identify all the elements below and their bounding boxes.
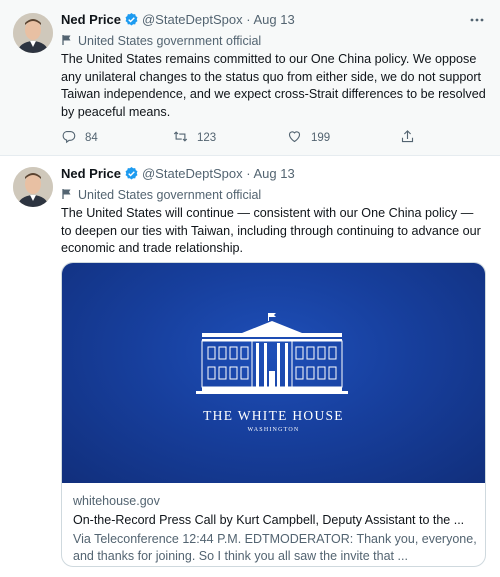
separator-dot: · [246,12,251,27]
tweet-actions: 84 123 199 [61,129,421,147]
separator-dot: · [246,166,251,181]
link-preview-card[interactable]: THE WHITE HOUSE WASHINGTON whitehouse.go… [61,262,486,567]
verified-badge-icon [124,12,139,27]
official-label: United States government official [61,187,261,203]
tweet-header: Ned Price @StateDeptSpox · Aug 13 [61,165,486,183]
card-image-title: THE WHITE HOUSE [203,408,344,423]
author-handle[interactable]: @StateDeptSpox [142,166,243,181]
share-icon [401,130,414,143]
tweet-text: The United States will continue — consis… [61,206,481,255]
reply-count: 84 [85,132,98,144]
card-image-subtitle: WASHINGTON [247,427,300,433]
retweet-button[interactable]: 123 [173,129,216,147]
flag-icon [61,34,73,46]
tweet[interactable]: Ned Price @StateDeptSpox · Aug 13 United … [0,155,500,577]
like-count: 199 [311,132,331,144]
retweet-count: 123 [197,132,217,144]
author-name[interactable]: Ned Price [61,166,121,181]
tweet-date[interactable]: Aug 13 [254,166,295,181]
card-image[interactable]: THE WHITE HOUSE WASHINGTON [62,263,485,483]
avatar[interactable] [13,167,53,207]
card-title: On-the-Record Press Call by Kurt Campbel… [73,513,465,527]
share-button[interactable] [400,129,424,147]
card-description: Via Teleconference 12:44 P.M. EDTMODERAT… [73,532,477,563]
more-options-icon[interactable] [468,11,486,29]
official-label: United States government official [61,33,261,49]
like-button[interactable]: 199 [287,129,330,147]
tweet-text: The United States remains committed to o… [61,52,486,119]
retweet-icon [173,131,188,142]
official-label-text: United States government official [78,34,262,48]
author-handle[interactable]: @StateDeptSpox [142,12,243,27]
tweet-date[interactable]: Aug 13 [254,12,295,27]
flag-icon [61,188,73,200]
official-label-text: United States government official [78,188,262,202]
white-house-logo-icon [196,313,348,394]
reply-icon [62,130,76,144]
verified-badge-icon [124,166,139,181]
card-domain: whitehouse.gov [73,494,160,508]
reply-button[interactable]: 84 [61,129,98,147]
tweet-header: Ned Price @StateDeptSpox · Aug 13 [61,11,486,29]
tweet[interactable]: Ned Price @StateDeptSpox · Aug 13 United … [0,0,500,155]
author-name[interactable]: Ned Price [61,12,121,27]
avatar[interactable] [13,13,53,53]
heart-icon [288,131,301,143]
